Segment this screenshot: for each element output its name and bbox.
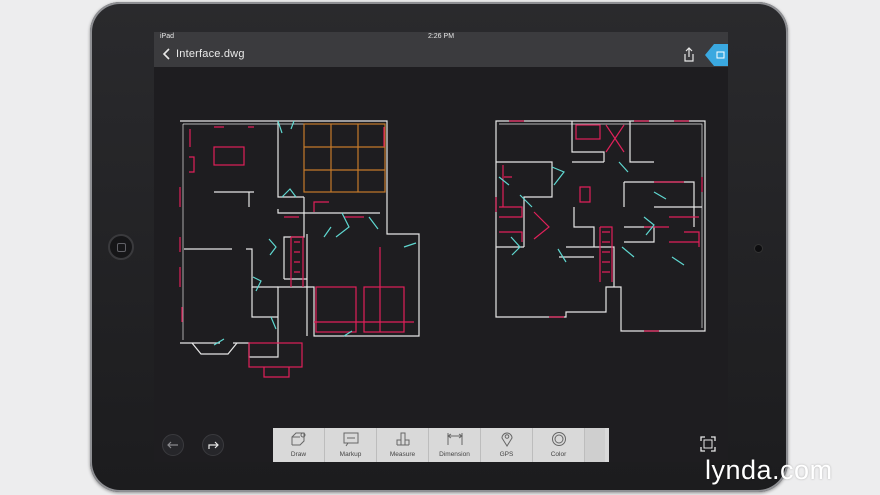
file-title: Interface.dwg <box>176 48 245 60</box>
markup-icon <box>343 432 359 447</box>
tool-dimension[interactable]: Dimension <box>429 428 481 462</box>
measure-icon <box>396 432 410 446</box>
tool-palette: Draw Markup Measure Dimension GPS Color <box>273 428 609 462</box>
home-button-icon <box>117 243 126 252</box>
tool-draw[interactable]: Draw <box>273 428 325 462</box>
undo-button[interactable] <box>162 434 184 456</box>
tool-measure[interactable]: Measure <box>377 428 429 462</box>
tool-gps[interactable]: GPS <box>481 428 533 462</box>
tool-label: Dimension <box>439 451 470 458</box>
lynda-watermark: lynda.com <box>705 455 833 485</box>
redo-button[interactable] <box>202 434 224 456</box>
gps-icon <box>501 432 513 447</box>
draw-icon <box>291 432 306 446</box>
share-icon[interactable] <box>682 47 696 63</box>
fullscreen-icon[interactable] <box>700 436 716 452</box>
tool-label: Measure <box>389 451 416 458</box>
toolbar-scroll-handle[interactable] <box>585 428 605 462</box>
redo-icon <box>208 441 219 449</box>
status-bar: iPad 2:26 PM <box>154 32 728 42</box>
dimension-icon <box>447 433 463 445</box>
app-screen: iPad 2:26 PM Interface.dwg Draw Markup M… <box>154 32 728 462</box>
tool-label: Color <box>550 451 567 458</box>
tool-markup[interactable]: Markup <box>325 428 377 462</box>
second-floor-plan <box>495 120 706 332</box>
front-camera <box>754 244 763 253</box>
undo-icon <box>167 441 178 449</box>
home-button[interactable] <box>108 234 134 260</box>
tool-label: Draw <box>290 451 307 458</box>
back-chevron-icon[interactable] <box>160 47 174 61</box>
tool-color[interactable]: Color <box>533 428 585 462</box>
floor-plan-canvas[interactable] <box>154 67 728 427</box>
layers-panel-tab[interactable] <box>705 44 728 66</box>
color-icon <box>552 432 566 446</box>
tool-label: Markup <box>339 451 362 458</box>
status-time: 2:26 PM <box>427 33 455 40</box>
title-bar: Interface.dwg <box>154 42 728 67</box>
tool-label: GPS <box>499 451 514 458</box>
first-floor-plan <box>179 120 420 378</box>
